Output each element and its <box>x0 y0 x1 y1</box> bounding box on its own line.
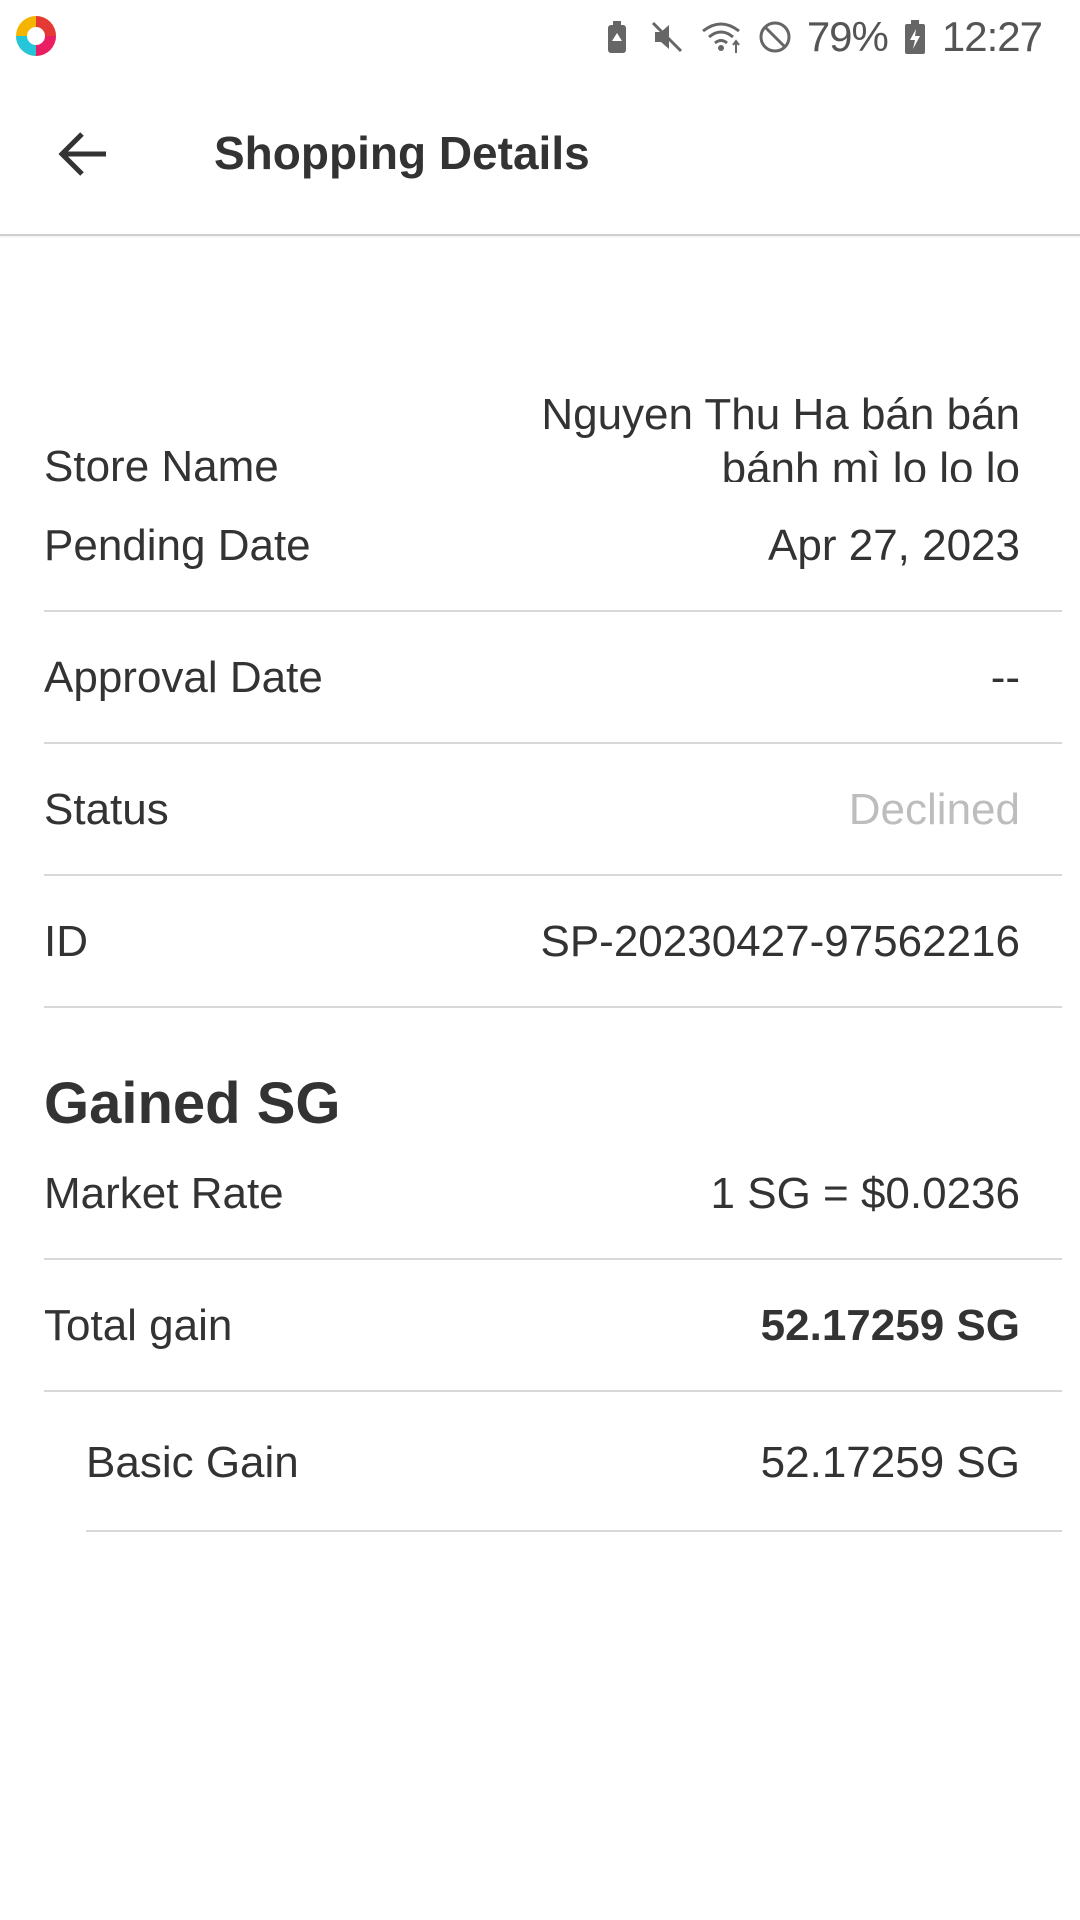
basic-gain-value: 52.17259 SG <box>760 1438 1020 1487</box>
market-rate-label: Market Rate <box>44 1169 284 1218</box>
total-gain-value: 52.17259 SG <box>760 1301 1020 1350</box>
approval-date-label: Approval Date <box>44 653 323 702</box>
battery-charging-icon <box>904 20 925 54</box>
market-rate-value: 1 SG = $0.0236 <box>710 1169 1020 1218</box>
basic-gain-label: Basic Gain <box>86 1438 299 1487</box>
basic-gain-row: Basic Gain 52.17259 SG <box>86 1396 1062 1532</box>
pending-date-row: Pending Date Apr 27, 2023 <box>44 482 1062 612</box>
status-row: Status Declined <box>44 746 1062 876</box>
id-label: ID <box>44 917 88 966</box>
pending-date-label: Pending Date <box>44 521 311 570</box>
wifi-icon <box>701 22 740 53</box>
status-value: Declined <box>848 785 1020 834</box>
store-name-value: Nguyen Thu Ha bán bán bánh mì lo lo lo <box>541 390 1020 482</box>
do-not-disturb-icon <box>759 21 791 53</box>
battery-percent: 79% <box>806 13 889 60</box>
id-row: ID SP-20230427-97562216 <box>44 878 1062 1008</box>
store-name-label: Store Name <box>44 442 279 482</box>
mute-icon <box>651 21 682 53</box>
total-gain-label: Total gain <box>44 1301 233 1350</box>
status-time: 12:27 <box>941 13 1043 60</box>
approval-date-value: -- <box>990 653 1020 702</box>
app-logo-icon <box>16 16 56 56</box>
store-name-row: Store Name Nguyen Thu Ha bán bán bánh mì… <box>44 388 1062 482</box>
pending-date-value: Apr 27, 2023 <box>768 521 1020 570</box>
market-rate-row: Market Rate 1 SG = $0.0236 <box>44 1130 1062 1260</box>
status-label: Status <box>44 785 169 834</box>
id-value: SP-20230427-97562216 <box>540 917 1020 966</box>
total-gain-row: Total gain 52.17259 SG <box>44 1262 1062 1392</box>
status-bar: 79% 12:27 <box>0 0 1080 74</box>
gained-sg-title: Gained SG <box>44 1071 341 1136</box>
app-bar: Shopping Details <box>0 74 1080 236</box>
approval-date-row: Approval Date -- <box>44 614 1062 744</box>
back-button[interactable] <box>48 118 120 190</box>
battery-saver-icon <box>607 21 626 53</box>
arrow-left-icon <box>58 132 106 176</box>
page-title: Shopping Details <box>214 127 590 179</box>
